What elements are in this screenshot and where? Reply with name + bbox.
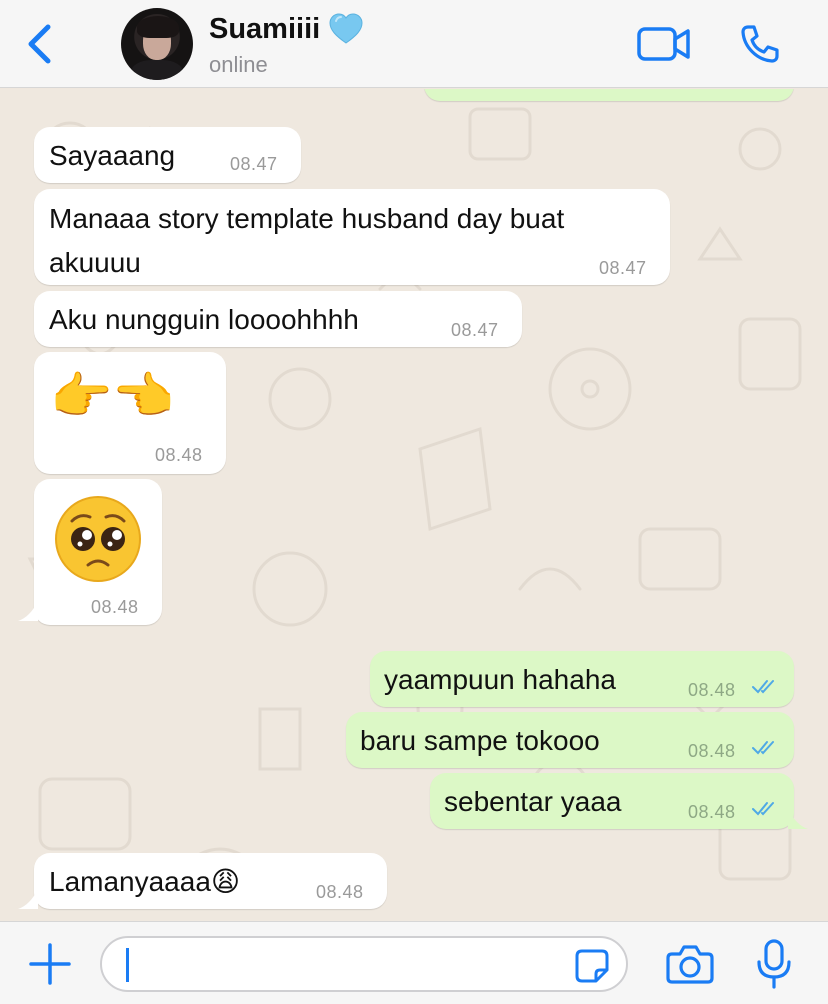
message-bubble-outgoing[interactable]: yaampuun hahaha 08.48 bbox=[370, 651, 794, 707]
message-text: Lamanyaaaa😩 bbox=[49, 866, 241, 897]
contact-name[interactable]: Suamiiii bbox=[209, 12, 364, 46]
message-text: yaampuun hahaha bbox=[384, 664, 616, 695]
message-time: 08.48 bbox=[91, 597, 139, 617]
message-time: 08.47 bbox=[451, 320, 499, 340]
message-bubble-incoming[interactable]: Manaaa story template husband day buat a… bbox=[34, 189, 670, 285]
sticker-button[interactable] bbox=[574, 948, 610, 984]
chat-header: Suamiiii online bbox=[0, 0, 828, 88]
message-composer bbox=[0, 921, 828, 1004]
blue-heart-icon bbox=[329, 13, 363, 44]
emoji-message: 👉👈 bbox=[50, 367, 175, 425]
voice-note-button[interactable] bbox=[754, 938, 794, 990]
contact-status: online bbox=[209, 52, 268, 77]
message-time: 08.48 bbox=[155, 445, 203, 465]
bubble-tail bbox=[18, 601, 38, 621]
message-time: 08.48 bbox=[316, 882, 364, 902]
sticker-icon bbox=[575, 949, 609, 983]
message-bubble-outgoing[interactable]: sebentar yaaa 08.48 bbox=[430, 773, 794, 829]
message-text: Manaaa story template husband day buat a… bbox=[49, 203, 565, 278]
message-text: sebentar yaaa bbox=[444, 786, 622, 817]
message-list[interactable]: Sayaaang 08.47 Manaaa story template hus… bbox=[0, 89, 828, 921]
attach-button[interactable] bbox=[28, 942, 72, 986]
message-time: 08.47 bbox=[230, 154, 278, 174]
voice-call-button[interactable] bbox=[736, 22, 784, 66]
bubble-tail bbox=[788, 809, 808, 829]
read-receipt-icon bbox=[752, 802, 774, 816]
message-time: 08.47 bbox=[599, 258, 647, 278]
back-button[interactable] bbox=[22, 22, 56, 66]
message-bubble-incoming[interactable]: Sayaaang 08.47 bbox=[34, 127, 301, 183]
contact-name-text: Suamiiii bbox=[209, 12, 321, 45]
read-receipt-icon bbox=[752, 741, 774, 755]
message-bubble-incoming-emoji[interactable]: 👉👈 08.48 bbox=[34, 352, 226, 474]
phone-icon bbox=[741, 25, 779, 63]
message-time: 08.48 bbox=[688, 802, 736, 822]
avatar[interactable] bbox=[121, 8, 193, 80]
message-time: 08.48 bbox=[688, 741, 736, 761]
video-call-button[interactable] bbox=[636, 22, 692, 66]
message-text: Sayaaang bbox=[49, 140, 176, 171]
message-input[interactable] bbox=[100, 936, 628, 992]
message-text: Aku nungguin loooohhhh bbox=[49, 304, 359, 335]
video-camera-icon bbox=[637, 27, 690, 61]
microphone-icon bbox=[757, 939, 791, 989]
message-time: 08.48 bbox=[688, 680, 736, 700]
read-receipt-icon bbox=[752, 680, 774, 694]
bubble-tail bbox=[18, 889, 38, 909]
pleading-face-emoji bbox=[55, 496, 141, 582]
text-caret bbox=[126, 948, 129, 982]
message-bubble-outgoing[interactable]: baru sampe tokooo 08.48 bbox=[346, 712, 794, 768]
message-text: baru sampe tokooo bbox=[360, 725, 600, 756]
message-bubble-incoming-emoji[interactable]: 08.48 bbox=[34, 479, 162, 625]
camera-icon bbox=[666, 945, 714, 984]
message-bubble-incoming[interactable]: Lamanyaaaa😩 08.48 bbox=[34, 853, 387, 909]
chevron-left-icon bbox=[28, 24, 51, 64]
plus-icon bbox=[29, 943, 71, 985]
message-bubble-outgoing-partial bbox=[424, 89, 794, 101]
camera-button[interactable] bbox=[666, 942, 714, 986]
message-bubble-incoming[interactable]: Aku nungguin loooohhhh 08.47 bbox=[34, 291, 522, 347]
